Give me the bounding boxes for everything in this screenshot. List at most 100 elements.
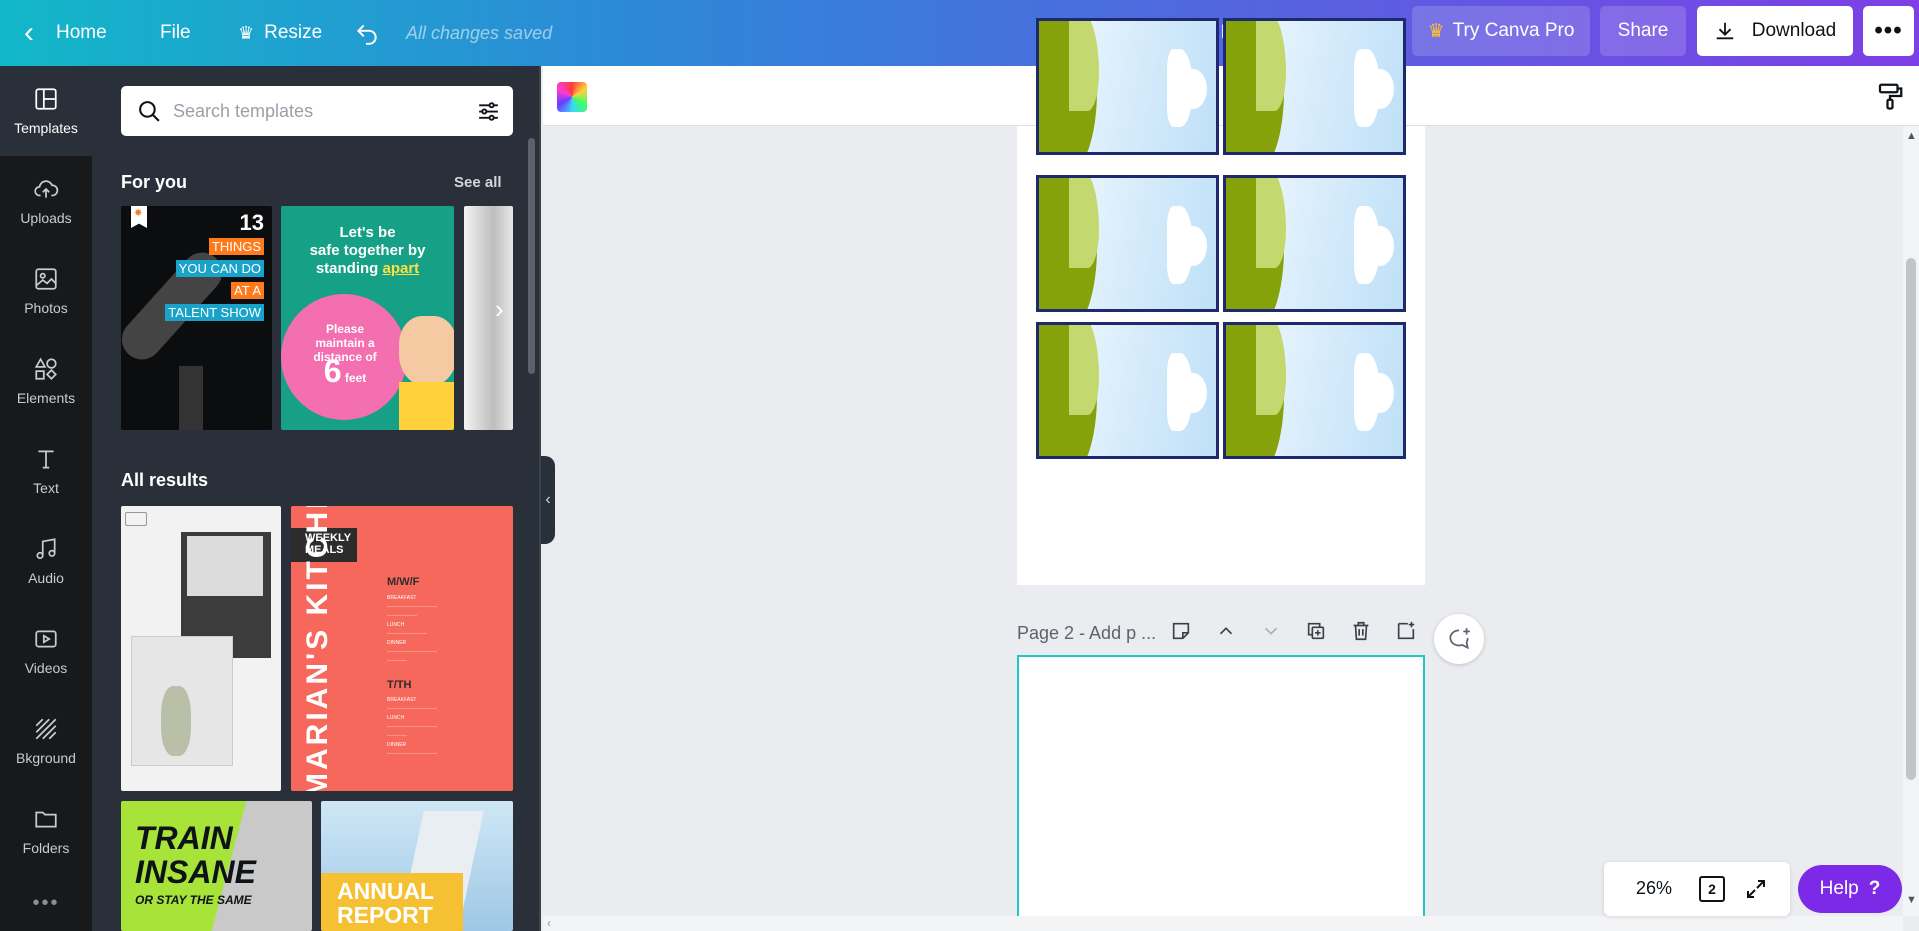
template-text: THINGS: [208, 238, 264, 255]
paint-roller-icon[interactable]: [1875, 81, 1905, 111]
template-vertical-title: MARIAN'S KITCHEN: [301, 506, 334, 791]
duplicate-page-icon[interactable]: [1303, 620, 1329, 646]
for-you-title: For you: [121, 172, 187, 192]
nav-item-background[interactable]: Bkground: [0, 696, 92, 786]
template-thumbnail-photo-collage[interactable]: [121, 506, 281, 791]
resize-button[interactable]: ♛ Resize: [238, 0, 322, 66]
file-menu[interactable]: File: [160, 0, 191, 66]
top-bar: ‹ Home File ♛ Resize All changes saved D…: [0, 0, 1919, 66]
photo-prop-card[interactable]: [1036, 322, 1219, 459]
nav-label: Templates: [14, 120, 78, 136]
template-text: Let's be: [339, 224, 396, 241]
help-label: Help: [1819, 878, 1859, 899]
nav-item-uploads[interactable]: Uploads: [0, 156, 92, 246]
template-text: ANNUAL: [337, 878, 435, 904]
delete-page-icon[interactable]: [1348, 620, 1374, 646]
nav-item-templates[interactable]: Templates: [0, 66, 92, 156]
design-page-1[interactable]: [1017, 18, 1425, 585]
template-thumbnail-train-insane[interactable]: TRAIN INSANE OR STAY THE SAME: [121, 801, 312, 931]
panel-scrollbar[interactable]: [528, 138, 535, 374]
download-label: Download: [1751, 20, 1837, 41]
nav-item-videos[interactable]: Videos: [0, 606, 92, 696]
resize-label: Resize: [264, 22, 323, 43]
page-count-button[interactable]: 2: [1699, 876, 1725, 902]
move-page-up-icon[interactable]: [1213, 620, 1239, 646]
nav-label: Uploads: [20, 210, 72, 226]
search-input[interactable]: [173, 98, 453, 124]
template-menu-block: BREAKFAST —————————— LUNCH —————————— ———…: [387, 697, 437, 757]
page-2-title[interactable]: Page 2 - Add p ...: [1017, 623, 1156, 644]
color-picker-icon[interactable]: [557, 82, 587, 112]
template-text: distance of: [313, 350, 377, 364]
template-thumbnail-talent-show[interactable]: ✸ 13 THINGS YOU CAN DO AT A TALENT SHOW: [121, 206, 272, 430]
home-button[interactable]: ‹ Home: [24, 0, 107, 66]
nav-label: Elements: [16, 390, 76, 406]
template-thumbnail-partial[interactable]: [464, 206, 513, 430]
template-thumbnail-annual-report[interactable]: ANNUAL REPORT: [321, 801, 513, 931]
template-text: 13: [239, 210, 264, 235]
nav-item-text[interactable]: Text: [0, 426, 92, 516]
photo-prop-card[interactable]: [1223, 18, 1406, 155]
scroll-down-icon[interactable]: ▼: [1906, 894, 1917, 906]
nav-label: Audio: [28, 570, 64, 586]
search-box: [121, 86, 513, 136]
template-text: standing: [315, 260, 379, 277]
canvas-vertical-scrollbar[interactable]: ▲ ▼: [1903, 126, 1919, 916]
character-body: [399, 382, 454, 430]
photo-prop-card[interactable]: [1223, 322, 1406, 459]
chevron-right-icon[interactable]: ›: [495, 294, 504, 325]
template-text: M/W/F: [387, 576, 420, 588]
scroll-thumb[interactable]: [1906, 258, 1916, 780]
share-button[interactable]: Share: [1600, 6, 1686, 56]
template-text: apart: [382, 260, 420, 277]
add-page-icon[interactable]: [1393, 620, 1419, 646]
nav-item-audio[interactable]: Audio: [0, 516, 92, 606]
collapse-panel-button[interactable]: ‹: [541, 456, 555, 544]
music-note-icon: [36, 538, 56, 560]
canvas-horizontal-scrollbar[interactable]: ‹: [543, 916, 1903, 931]
photo-prop-card[interactable]: [1036, 18, 1219, 155]
scroll-up-icon[interactable]: ▲: [1906, 130, 1917, 142]
template-text: OR STAY THE SAME: [135, 893, 252, 907]
template-text: safe together by: [309, 242, 426, 259]
chevron-left-icon: ‹: [24, 16, 34, 49]
filter-sliders-icon[interactable]: [476, 99, 501, 124]
undo-icon[interactable]: [354, 0, 380, 66]
nav-label: Bkground: [16, 750, 76, 766]
collage-photo: [187, 536, 263, 596]
help-button[interactable]: Help ?: [1798, 865, 1902, 913]
nav-item-folders[interactable]: Folders: [0, 786, 92, 876]
design-page-2[interactable]: [1017, 655, 1425, 931]
nav-label: Photos: [24, 300, 68, 316]
character-face: [399, 316, 454, 386]
move-page-down-icon[interactable]: [1258, 620, 1284, 646]
template-circle-text: Please maintain a distance of 6 feet: [295, 322, 395, 387]
nav-label: Videos: [24, 660, 68, 676]
scroll-left-icon[interactable]: ‹: [547, 916, 551, 930]
try-pro-label: Try Canva Pro: [1452, 20, 1575, 41]
video-icon: [35, 630, 57, 648]
page-notes-icon[interactable]: [1168, 620, 1194, 646]
nav-item-photos[interactable]: Photos: [0, 246, 92, 336]
more-options-button[interactable]: •••: [1863, 6, 1914, 56]
fullscreen-icon[interactable]: [1744, 877, 1768, 901]
template-text: DINNER: [387, 742, 407, 748]
nav-item-elements[interactable]: Elements: [0, 336, 92, 426]
see-all-link[interactable]: See all: [454, 174, 502, 191]
template-thumbnail-social-distance[interactable]: Let's be safe together by standing apart…: [281, 206, 454, 430]
add-comment-button[interactable]: [1434, 614, 1484, 664]
try-canva-pro-button[interactable]: ♛ Try Canva Pro: [1412, 6, 1590, 56]
photo-prop-card[interactable]: [1223, 175, 1406, 312]
zoom-level[interactable]: 26%: [1636, 878, 1672, 899]
download-button[interactable]: Download: [1697, 6, 1853, 56]
template-text: LUNCH: [387, 715, 405, 721]
nav-more-button[interactable]: •••: [0, 892, 92, 915]
template-thumbnail-weekly-meals[interactable]: WEEKLY MEALS MARIAN'S KITCHEN M/W/F BREA…: [291, 506, 513, 791]
photo-prop-card[interactable]: [1036, 175, 1219, 312]
save-status: All changes saved: [406, 22, 553, 43]
folder-icon: [35, 811, 57, 828]
comment-plus-icon: [1449, 628, 1470, 650]
crown-icon: ♛: [238, 22, 255, 43]
crown-icon: ♛: [1427, 20, 1445, 42]
mic-stand: [179, 366, 203, 430]
